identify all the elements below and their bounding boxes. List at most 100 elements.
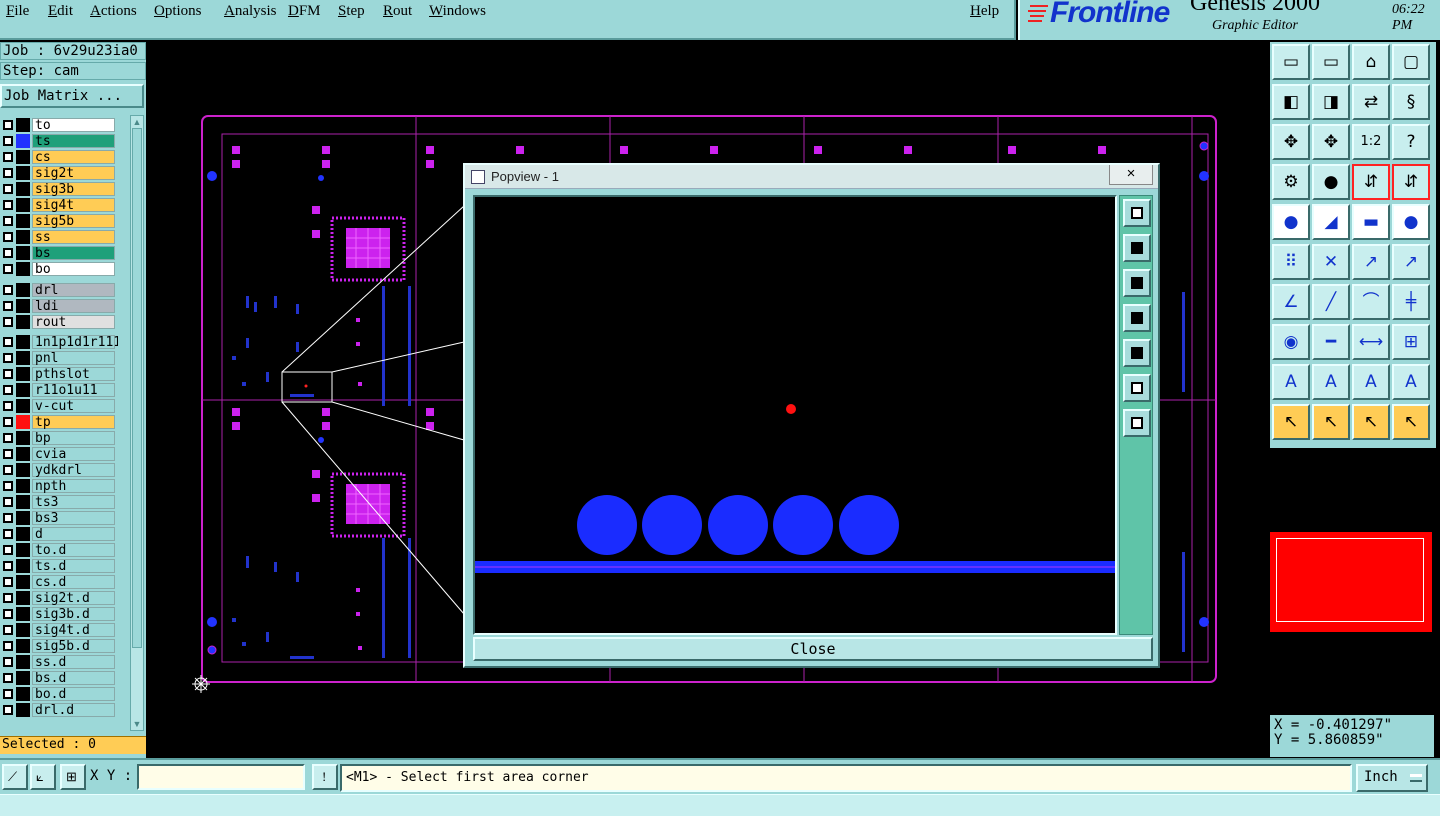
- layer-color-swatch[interactable]: [16, 703, 30, 717]
- layer-color-swatch[interactable]: [16, 399, 30, 413]
- swap-icon[interactable]: ⇄: [1352, 84, 1390, 120]
- scale-icon[interactable]: 1:2: [1352, 124, 1390, 160]
- layer-color-swatch[interactable]: [16, 463, 30, 477]
- layer-color-swatch[interactable]: [16, 134, 30, 148]
- layer-checkbox[interactable]: [3, 401, 13, 411]
- layer-name[interactable]: 1n1p1d1r111: [32, 335, 118, 349]
- xy-input[interactable]: [137, 764, 305, 790]
- layer-name[interactable]: bs: [32, 246, 115, 260]
- copy-icon[interactable]: ↗: [1392, 244, 1430, 280]
- layer-checkbox[interactable]: [3, 120, 13, 130]
- layer-name[interactable]: bo: [32, 262, 115, 276]
- popview-close-button[interactable]: Close: [473, 637, 1153, 661]
- scrollbar-thumb[interactable]: [132, 128, 142, 648]
- layer-color-swatch[interactable]: [16, 262, 30, 276]
- layer-color-swatch[interactable]: [16, 559, 30, 573]
- layer-name[interactable]: bs3: [32, 511, 115, 525]
- layer-color-swatch[interactable]: [16, 182, 30, 196]
- text-c-icon[interactable]: A: [1352, 364, 1390, 400]
- layer-color-swatch[interactable]: [16, 671, 30, 685]
- close-icon[interactable]: ×: [1109, 165, 1153, 185]
- layer-name[interactable]: tp: [32, 415, 115, 429]
- layer-name[interactable]: sig4t.d: [32, 623, 115, 637]
- layer-color-swatch[interactable]: [16, 655, 30, 669]
- layer-row[interactable]: sig5b: [0, 213, 118, 229]
- layer-row[interactable]: sig3b.d: [0, 606, 118, 622]
- layer-checkbox[interactable]: [3, 625, 13, 635]
- layer-name[interactable]: sig2t: [32, 166, 115, 180]
- layer-color-swatch[interactable]: [16, 335, 30, 349]
- add-line-icon[interactable]: ◢: [1312, 204, 1350, 240]
- zoom-fit-icon[interactable]: [1123, 199, 1151, 227]
- layer-color-swatch[interactable]: [16, 479, 30, 493]
- circle-pad-icon[interactable]: ●: [1392, 204, 1430, 240]
- layer-checkbox[interactable]: [3, 545, 13, 555]
- layer-color-swatch[interactable]: [16, 639, 30, 653]
- layer-name[interactable]: bp: [32, 431, 115, 445]
- layer-checkbox[interactable]: [3, 136, 13, 146]
- layer-row[interactable]: sig3b: [0, 181, 118, 197]
- menu-dfm[interactable]: DFM: [288, 3, 321, 20]
- layer-row[interactable]: bp: [0, 430, 118, 446]
- zoom-out-icon[interactable]: [1123, 409, 1151, 437]
- layer-checkbox[interactable]: [3, 285, 13, 295]
- layer-row[interactable]: cvia: [0, 446, 118, 462]
- layer-row[interactable]: bs: [0, 245, 118, 261]
- layer-name[interactable]: npth: [32, 479, 115, 493]
- layer-checkbox[interactable]: [3, 168, 13, 178]
- pan-left-icon[interactable]: [1123, 304, 1151, 332]
- layer-checkbox[interactable]: [3, 529, 13, 539]
- exclaim-button[interactable]: !: [312, 764, 338, 790]
- popview-titlebar[interactable]: Popview - 1 ×: [465, 165, 1158, 189]
- pan-up-icon[interactable]: [1123, 234, 1151, 262]
- layer-row[interactable]: sig2t: [0, 165, 118, 181]
- menu-windows[interactable]: Windows: [429, 3, 486, 20]
- layer-color-swatch[interactable]: [16, 367, 30, 381]
- split-icon[interactable]: ╪: [1392, 284, 1430, 320]
- menu-rout[interactable]: Rout: [383, 3, 412, 20]
- layer-color-swatch[interactable]: [16, 687, 30, 701]
- zoom-in-icon[interactable]: [1123, 374, 1151, 402]
- layer-checkbox[interactable]: [3, 449, 13, 459]
- net-pointer-icon[interactable]: ↖: [1392, 404, 1430, 440]
- layer-row[interactable]: sig4t: [0, 197, 118, 213]
- layer-name[interactable]: pthslot: [32, 367, 115, 381]
- layer-name[interactable]: ldi: [32, 299, 115, 313]
- layer-name[interactable]: sig3b: [32, 182, 115, 196]
- layer-checkbox[interactable]: [3, 369, 13, 379]
- measure-icon[interactable]: ⟀: [30, 764, 56, 790]
- step-right-icon[interactable]: ◨: [1312, 84, 1350, 120]
- layer-checkbox[interactable]: [3, 593, 13, 603]
- menu-edit[interactable]: Edit: [48, 3, 73, 20]
- layer-row[interactable]: sig2t.d: [0, 590, 118, 606]
- layer-checkbox[interactable]: [3, 497, 13, 507]
- overview-preview[interactable]: [1270, 532, 1432, 632]
- fit-icon[interactable]: ✥: [1272, 124, 1310, 160]
- layer-row[interactable]: rout: [0, 314, 118, 330]
- help-icon[interactable]: ?: [1392, 124, 1430, 160]
- layer-name[interactable]: bo.d: [32, 687, 115, 701]
- layer-name[interactable]: drl.d: [32, 703, 115, 717]
- job-matrix-button[interactable]: Job Matrix ...: [0, 84, 144, 108]
- menu-step[interactable]: Step: [338, 3, 365, 20]
- home-icon[interactable]: ⌂: [1352, 44, 1390, 80]
- layer-name[interactable]: cvia: [32, 447, 115, 461]
- layer-name[interactable]: sig5b.d: [32, 639, 115, 653]
- layer-row[interactable]: ydkdrl: [0, 462, 118, 478]
- pointer-icon[interactable]: ↖: [1272, 404, 1310, 440]
- layer-color-swatch[interactable]: [16, 214, 30, 228]
- layer-color-swatch[interactable]: [16, 246, 30, 260]
- layer-color-swatch[interactable]: [16, 118, 30, 132]
- layer-name[interactable]: sig2t.d: [32, 591, 115, 605]
- layer-color-swatch[interactable]: [16, 527, 30, 541]
- layer-row[interactable]: bo.d: [0, 686, 118, 702]
- layer-color-swatch[interactable]: [16, 383, 30, 397]
- layer-name[interactable]: rout: [32, 315, 115, 329]
- ruler-icon[interactable]: ▬: [1352, 204, 1390, 240]
- text-d-icon[interactable]: A: [1392, 364, 1430, 400]
- layer-checkbox[interactable]: [3, 465, 13, 475]
- layer-row[interactable]: drl: [0, 282, 118, 298]
- delete-icon[interactable]: ✕: [1312, 244, 1350, 280]
- window-icon[interactable]: ▢: [1392, 44, 1430, 80]
- text-a-icon[interactable]: A: [1272, 364, 1310, 400]
